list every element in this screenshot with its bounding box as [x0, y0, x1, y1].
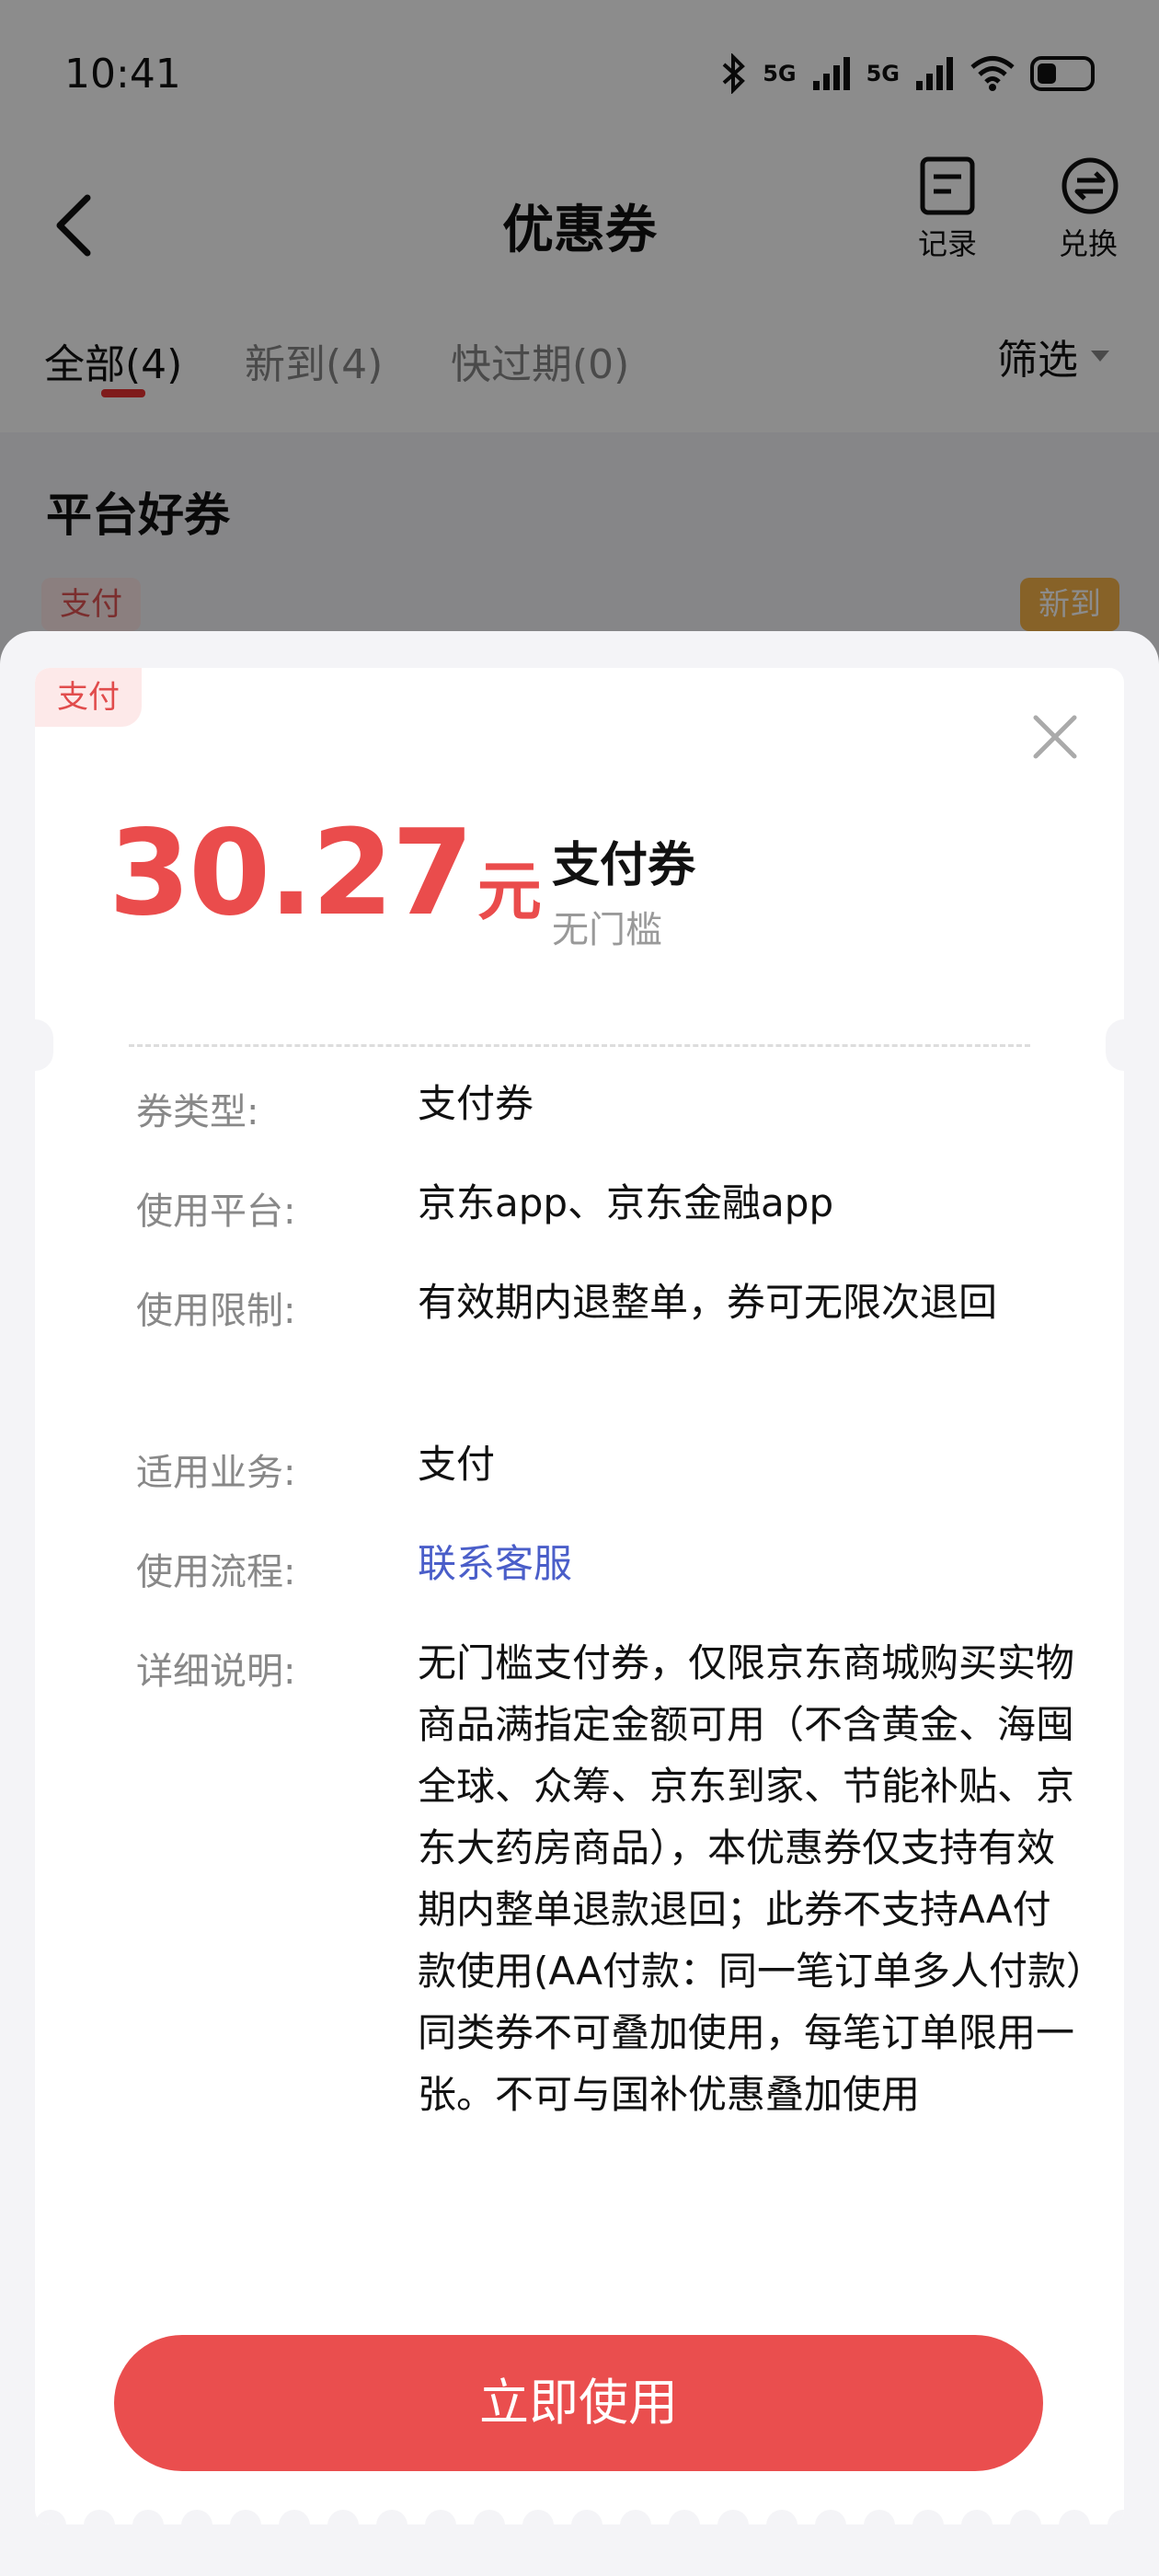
- scallop: [474, 2510, 505, 2524]
- scallop: [181, 2510, 212, 2524]
- detail-label: 使用平台:: [136, 1190, 296, 1233]
- scallop: [84, 2510, 115, 2524]
- scallop: [425, 2510, 456, 2524]
- scallop: [376, 2510, 407, 2524]
- scallop: [669, 2510, 700, 2524]
- coupon-condition: 无门槛: [552, 909, 662, 951]
- scallop: [620, 2510, 651, 2524]
- divider: [129, 1044, 1030, 1047]
- amount-value: 30.27: [109, 805, 474, 942]
- coupon-detail-card: 支付 30.27 元 支付券 无门槛 券类型: 支付券 使用平台: 京东app、…: [35, 668, 1124, 2524]
- scallop: [766, 2510, 798, 2524]
- detail-value-platform: 京东app、京东金融app: [418, 1180, 834, 1225]
- close-icon: [1033, 715, 1077, 759]
- detail-label: 券类型:: [136, 1091, 259, 1133]
- card-scallop-edge: [35, 2510, 1124, 2524]
- contact-support-link[interactable]: 联系客服: [418, 1533, 1089, 1594]
- detail-label: 详细说明:: [136, 1650, 296, 1693]
- scallop: [327, 2510, 359, 2524]
- scallop: [35, 2510, 66, 2524]
- detail-label: 适用业务:: [136, 1452, 296, 1494]
- detail-value-type: 支付券: [418, 1081, 534, 1126]
- scallop: [522, 2510, 554, 2524]
- scallop: [132, 2510, 164, 2524]
- scallop: [279, 2510, 310, 2524]
- coupon-detail-sheet: 支付 30.27 元 支付券 无门槛 券类型: 支付券 使用平台: 京东app、…: [0, 631, 1159, 2576]
- amount-unit: 元: [476, 854, 542, 929]
- scallop: [912, 2510, 944, 2524]
- detail-value-restriction: 有效期内退整单，券可无限次退回: [418, 1280, 998, 1325]
- detail-label: 使用限制:: [136, 1290, 296, 1332]
- close-button[interactable]: [1023, 705, 1087, 769]
- scallop: [1107, 2510, 1124, 2524]
- coupon-amount: 30.27 元: [109, 815, 542, 933]
- detail-value-business: 支付: [418, 1442, 496, 1487]
- card-notch-right: [1106, 1019, 1124, 1071]
- card-notch-left: [35, 1019, 53, 1071]
- scallop: [961, 2510, 993, 2524]
- scallop: [1059, 2510, 1090, 2524]
- coupon-name: 支付券: [552, 838, 696, 893]
- scallop: [815, 2510, 846, 2524]
- use-now-button[interactable]: 立即使用: [114, 2335, 1043, 2471]
- detail-value-description: 无门槛支付券，仅限京东商城购买实物商品满指定金额可用（不含黄金、海囤全球、众筹、…: [418, 1640, 1086, 2117]
- coupon-type-tag: 支付: [35, 668, 142, 727]
- scallop: [571, 2510, 602, 2524]
- detail-label: 使用流程:: [136, 1551, 296, 1593]
- scallop: [1010, 2510, 1041, 2524]
- scallop: [864, 2510, 895, 2524]
- scallop: [717, 2510, 749, 2524]
- scallop: [230, 2510, 261, 2524]
